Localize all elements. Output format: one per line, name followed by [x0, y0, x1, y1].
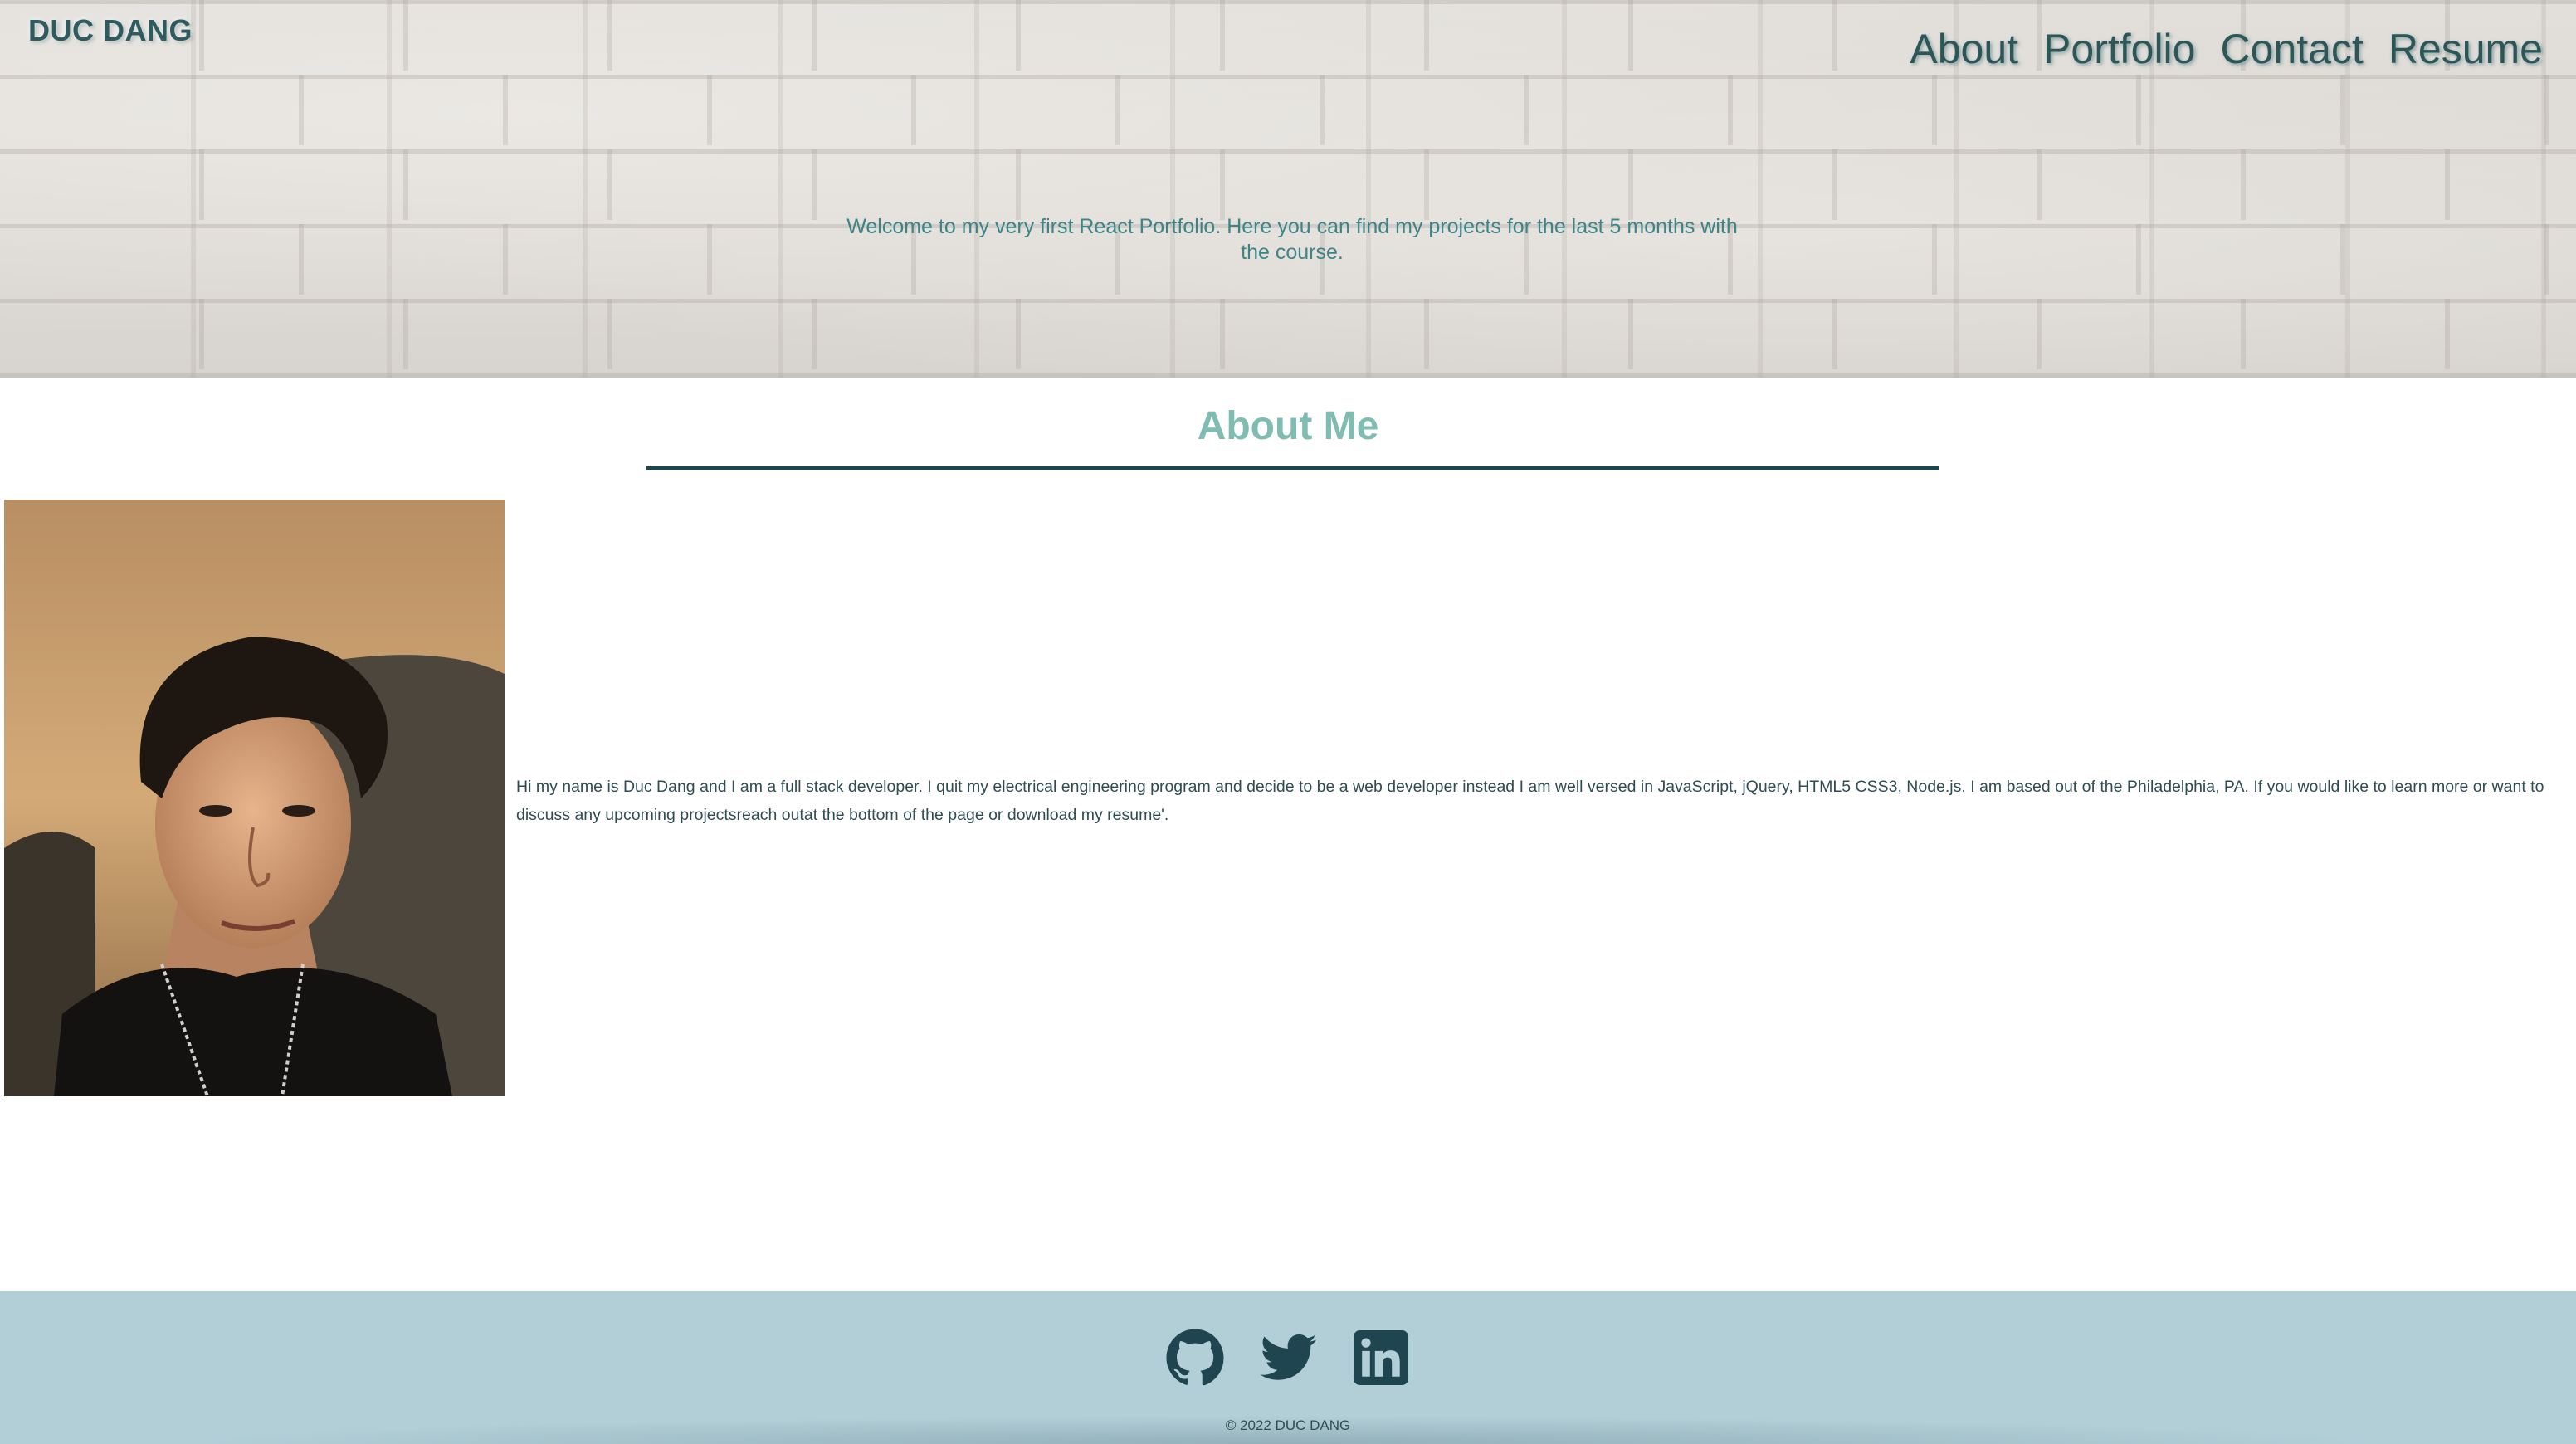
- nav-link-resume[interactable]: Resume: [2388, 25, 2543, 73]
- main-nav: About Portfolio Contact Resume: [1910, 25, 2543, 73]
- site-brand[interactable]: DUC DANG: [28, 13, 193, 48]
- social-links: [0, 1328, 2576, 1388]
- twitter-icon[interactable]: [1258, 1328, 1318, 1388]
- welcome-message: Welcome to my very first React Portfolio…: [846, 215, 1738, 264]
- github-icon[interactable]: [1165, 1328, 1225, 1388]
- brick-texture: [0, 299, 2576, 369]
- brick-texture: [0, 149, 2576, 220]
- hero-header: DUC DANG About Portfolio Contact Resume …: [0, 0, 2576, 378]
- bio-text: Hi my name is Duc Dang and I am a full s…: [516, 778, 2544, 824]
- profile-photo: [4, 500, 505, 1096]
- title-divider: [646, 466, 1939, 470]
- nav-link-contact[interactable]: Contact: [2220, 25, 2363, 73]
- nav-link-about[interactable]: About: [1910, 25, 2018, 73]
- nav-link-portfolio[interactable]: Portfolio: [2043, 25, 2195, 73]
- portrait-illustration: [4, 500, 505, 1096]
- brick-texture: [0, 75, 2576, 145]
- linkedin-icon[interactable]: [1351, 1328, 1411, 1388]
- about-title: About Me: [1197, 404, 1379, 448]
- site-footer: © 2022 DUC DANG: [0, 1291, 2576, 1444]
- copyright-text: © 2022 DUC DANG: [1225, 1417, 1351, 1433]
